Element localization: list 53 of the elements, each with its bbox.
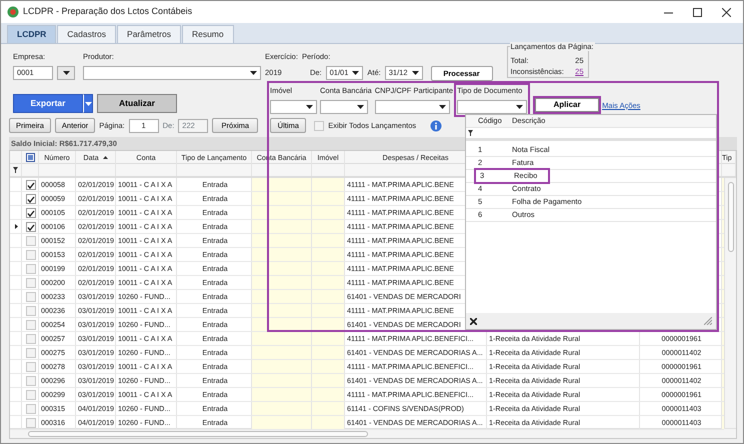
info-icon[interactable] xyxy=(430,120,442,132)
caret-icon xyxy=(84,102,92,106)
checkbox[interactable] xyxy=(26,222,36,232)
checkbox[interactable] xyxy=(26,250,36,260)
app-icon xyxy=(7,6,19,18)
tab[interactable]: Cadastros xyxy=(57,25,116,43)
resize-grip-icon[interactable] xyxy=(704,317,712,325)
checkbox[interactable] xyxy=(26,180,36,190)
caret-icon xyxy=(412,71,419,75)
caret-icon xyxy=(438,105,446,110)
tab[interactable]: Parâmetros xyxy=(117,25,181,43)
checkbox[interactable] xyxy=(26,292,36,302)
dropdown-field[interactable] xyxy=(270,100,317,114)
checkbox[interactable] xyxy=(26,390,36,400)
caret-icon xyxy=(357,105,364,110)
checkbox[interactable] xyxy=(26,278,36,288)
vertical-scrollbar[interactable] xyxy=(724,178,736,428)
checkbox[interactable] xyxy=(26,376,36,386)
checkbox[interactable] xyxy=(26,320,36,330)
checkbox[interactable] xyxy=(26,418,36,428)
caret-icon xyxy=(306,105,313,110)
dropdown-button[interactable] xyxy=(57,66,75,80)
caret-icon xyxy=(250,71,257,75)
refresh-button[interactable]: Atualizar xyxy=(97,94,177,113)
close-icon[interactable] xyxy=(722,8,731,16)
checkbox[interactable] xyxy=(26,348,36,358)
checkbox[interactable] xyxy=(26,194,36,204)
checkbox[interactable] xyxy=(314,120,324,130)
close-icon[interactable] xyxy=(470,318,477,324)
checkbox[interactable] xyxy=(26,404,36,414)
dropdown-field[interactable] xyxy=(320,100,368,114)
checkbox[interactable] xyxy=(26,208,36,218)
filter-icon xyxy=(468,130,473,136)
export-button[interactable]: Exportar xyxy=(13,94,83,113)
caret-icon xyxy=(62,71,70,75)
caret-icon xyxy=(516,105,524,110)
checkbox[interactable] xyxy=(26,264,36,274)
dropdown-field[interactable] xyxy=(457,100,528,114)
checkbox[interactable] xyxy=(26,306,36,316)
checkbox[interactable] xyxy=(26,334,36,344)
filter-icon xyxy=(13,167,18,173)
maximize-icon[interactable] xyxy=(693,8,702,16)
dropdown-field[interactable] xyxy=(83,66,261,80)
window-title: LCDPR - Preparação dos Lctos Contábeis xyxy=(23,5,192,18)
checkbox[interactable] xyxy=(26,236,36,246)
tab[interactable]: Resumo xyxy=(182,25,234,43)
dropdown-toggle[interactable] xyxy=(83,94,93,113)
apply-button[interactable]: Aplicar xyxy=(535,98,600,112)
checkbox[interactable] xyxy=(26,362,36,372)
select-all-checkbox[interactable] xyxy=(26,153,34,162)
tab[interactable]: LCDPR xyxy=(7,25,56,43)
dropdown-field[interactable] xyxy=(374,100,450,114)
caret-icon xyxy=(352,71,360,75)
